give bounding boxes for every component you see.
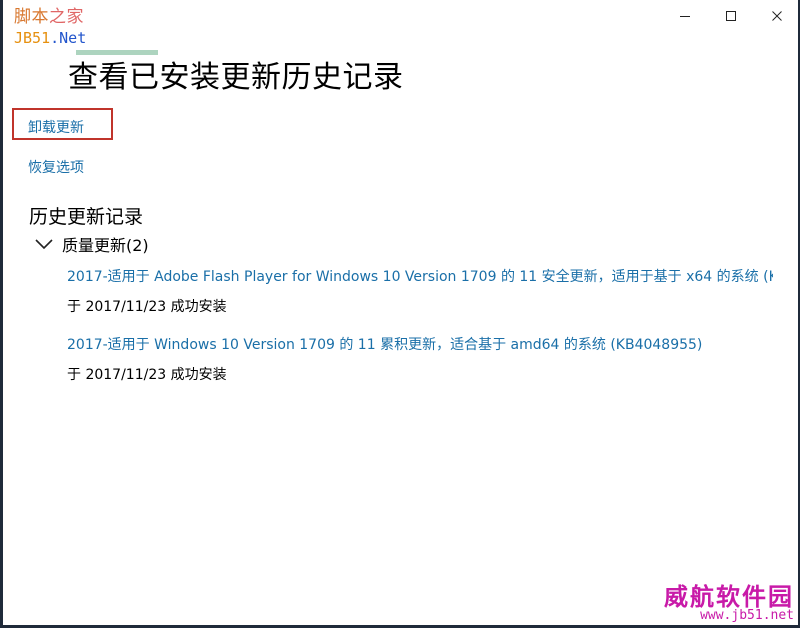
watermark-bottom-right: 威航软件园 www.jb51.net [664,585,794,622]
update-install-status: 于 2017/11/23 成功安装 [67,299,227,315]
minimize-icon [680,16,690,17]
maximize-button[interactable] [708,0,754,32]
watermark-brand-part1: 脚本 [14,7,49,27]
watermark-domain: JB51.Net [14,28,87,47]
titlebar-controls [662,0,800,32]
uninstall-updates-link[interactable]: 卸载更新 [28,117,84,137]
update-title-link[interactable]: 2017-适用于 Adobe Flash Player for Windows … [67,266,773,286]
watermark-domain-part1: JB51 [14,28,51,47]
window-left-border [0,0,3,628]
close-icon [772,11,782,21]
chevron-down-icon [35,239,53,250]
watermark-top-left: 脚本之家 JB51.Net [14,7,87,47]
close-button[interactable] [754,0,800,32]
update-history-heading: 历史更新记录 [29,206,144,228]
update-list-item: 2017-适用于 Adobe Flash Player for Windows … [67,266,773,316]
page-title: 查看已安装更新历史记录 [68,60,404,95]
settings-window: 脚本之家 JB51.Net 查看已安装更新历史记录 卸载更新 恢复选项 历史更新… [0,0,800,628]
recovery-options-link[interactable]: 恢复选项 [28,157,84,177]
update-install-status: 于 2017/11/23 成功安装 [67,367,227,383]
watermark-brand: 脚本之家 [14,7,86,28]
update-title-link[interactable]: 2017-适用于 Windows 10 Version 1709 的 11 累积… [67,334,787,354]
watermark-domain-part2: .Net [50,28,87,47]
watermark-site-name: 威航软件园 [664,583,794,611]
quality-updates-group-toggle[interactable]: 质量更新(2) [34,232,149,256]
quality-updates-group-label: 质量更新(2) [62,236,149,255]
watermark-brand-part2: 之家 [49,7,84,27]
update-list-item: 2017-适用于 Windows 10 Version 1709 的 11 累积… [67,334,787,384]
minimize-button[interactable] [662,0,708,32]
maximize-icon [726,11,736,21]
